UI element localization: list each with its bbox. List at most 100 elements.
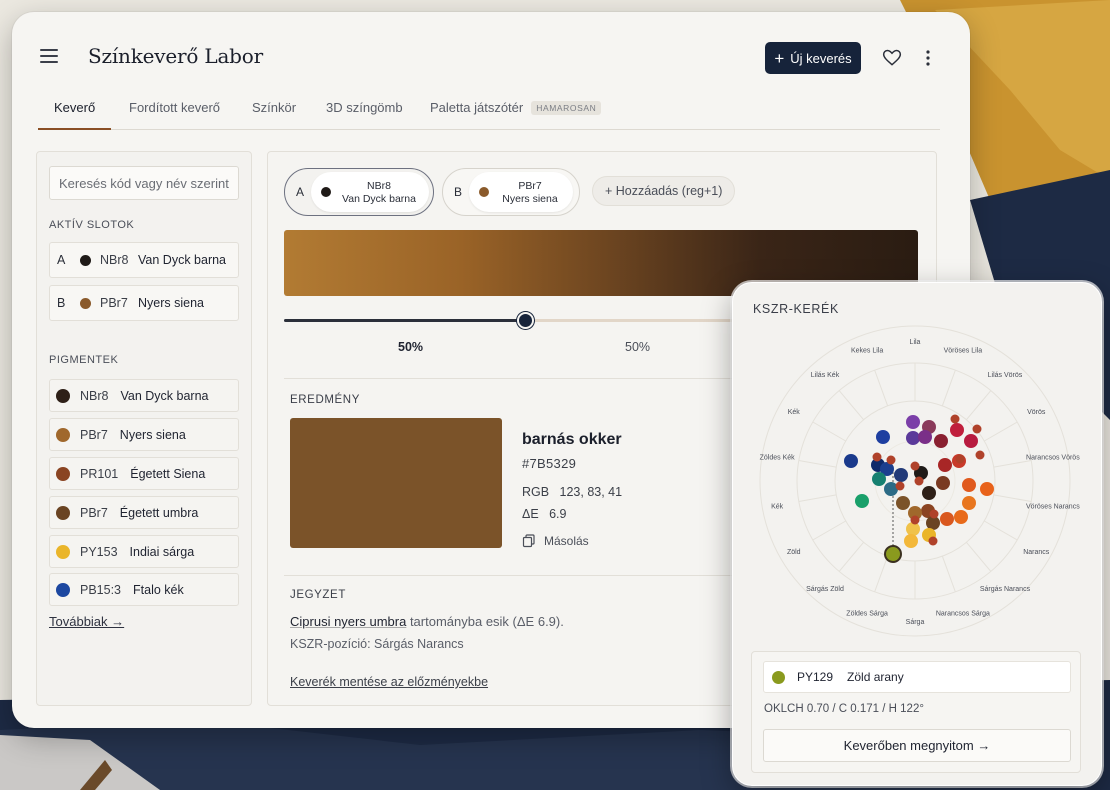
pigment-point[interactable]	[934, 434, 948, 448]
selected-pigment-point[interactable]	[884, 545, 902, 563]
result-name: barnás okker	[522, 431, 622, 448]
wheel-spoke	[798, 460, 837, 468]
pigment-item[interactable]: PBr7 Égetett umbra	[49, 496, 239, 529]
ratio-b-value: 50%	[625, 340, 651, 354]
pigment-point[interactable]	[876, 430, 890, 444]
note-pigment-link[interactable]: Ciprusi nyers umbra	[290, 614, 406, 629]
copy-button[interactable]: Másolás	[522, 534, 589, 548]
pigment-swatch	[479, 187, 489, 197]
tab-color-wheel[interactable]: Színkör	[252, 100, 296, 130]
wheel-spoke	[993, 494, 1032, 502]
pigment-swatch	[80, 297, 91, 309]
pigment-point[interactable]	[936, 476, 950, 490]
pigment-point[interactable]	[964, 434, 978, 448]
pigment-point[interactable]	[938, 458, 952, 472]
pigment-item[interactable]: PY153 Indiai sárga	[49, 535, 239, 568]
pigment-name: Nyers siena	[119, 427, 186, 442]
wheel-spoke	[874, 369, 889, 406]
pigment-swatch	[56, 427, 70, 442]
pigment-point[interactable]	[954, 510, 968, 524]
slot-row-a[interactable]: A NBr8 Van Dyck barna	[49, 242, 239, 278]
active-slots-label: AKTÍV SLOTOK	[49, 219, 135, 231]
pigment-item[interactable]: PB15:3 Ftalo kék	[49, 573, 239, 606]
pigment-name: Van Dyck barna	[138, 253, 227, 267]
pigment-point[interactable]	[940, 512, 954, 526]
more-pigments-link[interactable]: Továbbiak →	[49, 614, 124, 629]
tab-palette-playground[interactable]: Paletta játszótér HAMAROSAN	[430, 100, 602, 130]
pigment-point[interactable]	[906, 522, 920, 536]
wheel-hue-label: Kekes Lila	[851, 347, 883, 354]
pigment-sidebar: AKTÍV SLOTOK A NBr8 Van Dyck barna B PBr…	[36, 151, 252, 706]
slot-row-b[interactable]: B PBr7 Nyers siena	[49, 285, 239, 321]
chip-body: PBr7 Nyers siena	[469, 172, 573, 212]
app-header: Színkeverő Labor + Új keverés	[12, 12, 970, 102]
pigment-point[interactable]	[844, 454, 858, 468]
app-title: Színkeverő Labor	[88, 44, 263, 68]
selected-pigment-row[interactable]: PY129 Zöld arany	[763, 661, 1071, 693]
rgb-value: 123, 83, 41	[559, 485, 623, 499]
pigment-point[interactable]	[918, 430, 932, 444]
pigment-point[interactable]	[896, 496, 910, 510]
selected-pigment-panel: PY129 Zöld arany OKLCH 0.70 / C 0.171 / …	[751, 651, 1081, 773]
pigment-point[interactable]	[962, 478, 976, 492]
wheel-spoke	[966, 390, 992, 421]
tab-mixer[interactable]: Keverő	[38, 100, 112, 130]
slider-thumb[interactable]	[517, 312, 534, 329]
search-input[interactable]	[49, 166, 239, 200]
new-mix-button[interactable]: + Új keverés	[765, 42, 861, 74]
wheel-hue-label: Narancsos Vörös	[1026, 455, 1080, 462]
pigment-point[interactable]	[855, 494, 869, 508]
kszr-wheel[interactable]: Lila Vöröses Lila Lilás Vörös Vörös Narancso…	[733, 323, 1103, 643]
pigment-point[interactable]	[922, 486, 936, 500]
tab-3d-sphere[interactable]: 3D színgömb	[326, 100, 403, 130]
wheel-spoke	[838, 541, 864, 572]
delta-e-value: 6.9	[549, 507, 567, 521]
wheel-hue-label: Vöröses Lila	[944, 347, 983, 354]
pigment-point[interactable]	[906, 415, 920, 429]
pigment-point[interactable]	[872, 472, 886, 486]
result-label: EREDMÉNY	[290, 394, 360, 406]
pigment-item[interactable]: NBr8 Van Dyck barna	[49, 379, 239, 412]
wheel-hue-label: Narancs	[1023, 549, 1050, 556]
wheel-hue-label: Vörös	[1027, 409, 1046, 416]
chip-letter: B	[454, 185, 463, 199]
pigment-code: PY153	[80, 544, 118, 559]
tab-label: Paletta játszótér	[430, 100, 524, 115]
pigment-point[interactable]	[906, 431, 920, 445]
wheel-spoke	[874, 556, 889, 593]
pigment-point[interactable]	[884, 482, 898, 496]
tab-label: Fordított keverő	[129, 100, 221, 115]
pigment-point[interactable]	[894, 468, 908, 482]
wheel-hue-label: Zöldes Kék	[760, 455, 796, 462]
pigment-point[interactable]	[950, 423, 964, 437]
add-pigment-button[interactable]: + Hozzáadás (reg+1)	[592, 176, 736, 206]
pigment-point[interactable]	[904, 534, 918, 548]
result-swatch	[290, 418, 502, 548]
pigment-item[interactable]: PR101 Égetett Siena	[49, 457, 239, 490]
more-vertical-icon[interactable]	[920, 48, 936, 68]
add-pigment-label: + Hozzáadás (reg+1)	[605, 184, 723, 198]
chip-name: Nyers siena	[502, 193, 558, 205]
save-mix-link[interactable]: Keverék mentése az előzményekbe	[290, 675, 488, 689]
open-in-mixer-button[interactable]: Keverőben megnyitom →	[763, 729, 1071, 762]
pigment-name: Égetett umbra	[119, 505, 199, 520]
wheel-hue-label: Vöröses Narancs	[1026, 503, 1080, 510]
chip-name: Van Dyck barna	[342, 193, 416, 205]
wheel-hue-label: Sárgás Narancs	[980, 586, 1031, 593]
slot-chip-b[interactable]: B PBr7 Nyers siena	[442, 168, 580, 216]
pigment-point[interactable]	[962, 496, 976, 510]
wheel-spoke	[941, 556, 956, 593]
pigment-item[interactable]: PBr7 Nyers siena	[49, 418, 239, 451]
wheel-spoke	[984, 520, 1018, 541]
ratio-a-value: 50%	[398, 340, 424, 354]
pigment-swatch	[56, 505, 70, 520]
hamburger-menu-icon[interactable]	[40, 48, 60, 64]
heart-icon[interactable]	[882, 48, 902, 68]
tab-reverse-mixer[interactable]: Fordított keverő	[129, 100, 220, 130]
slot-letter: A	[57, 253, 66, 267]
pigment-name: Égetett Siena	[130, 466, 206, 481]
pigment-swatch	[772, 670, 785, 684]
wheel-spoke	[984, 421, 1018, 442]
pigment-point[interactable]	[980, 482, 994, 496]
slot-chip-a[interactable]: A NBr8 Van Dyck barna	[284, 168, 434, 216]
